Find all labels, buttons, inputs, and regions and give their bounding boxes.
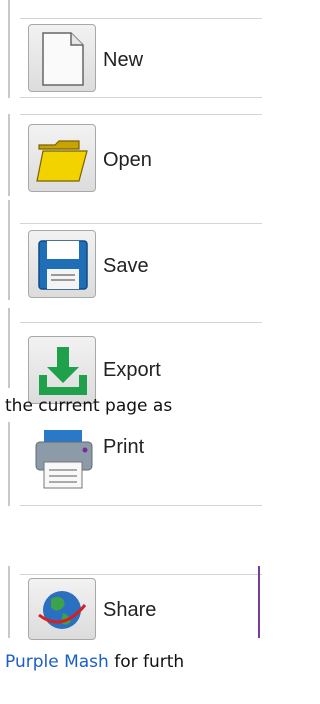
body-text-tail: for furth — [108, 652, 185, 672]
divider — [20, 18, 262, 19]
export-button[interactable] — [28, 336, 96, 404]
save-panel: Save — [8, 200, 262, 300]
divider — [20, 505, 262, 506]
share-button[interactable] — [28, 578, 96, 640]
new-button[interactable] — [28, 24, 96, 92]
export-label: Export — [103, 359, 161, 381]
print-label: Print — [103, 436, 145, 458]
globe-icon — [38, 591, 87, 629]
export-panel: Export — [8, 308, 262, 404]
divider — [20, 322, 262, 323]
floppy-disk-icon — [38, 240, 88, 290]
new-label: New — [103, 49, 144, 71]
open-label: Open — [103, 149, 152, 171]
open-button[interactable] — [28, 124, 96, 192]
download-icon — [39, 347, 87, 395]
print-panel: Print — [8, 422, 262, 506]
purple-mash-link[interactable]: Purple Mash — [5, 652, 109, 672]
divider — [20, 574, 262, 575]
save-label: Save — [103, 255, 149, 277]
divider — [20, 97, 262, 98]
scrollbar-accent — [258, 566, 260, 638]
body-text-fragment: the current page as — [5, 396, 173, 416]
new-panel: New — [8, 0, 262, 98]
divider — [20, 114, 262, 115]
save-button[interactable] — [28, 230, 96, 298]
printer-icon — [35, 430, 93, 489]
print-button[interactable] — [28, 424, 96, 492]
share-panel: Share — [8, 566, 262, 640]
open-panel: Open — [8, 114, 262, 196]
new-document-icon — [42, 32, 84, 86]
folder-icon — [36, 140, 88, 182]
divider — [20, 223, 262, 224]
share-label: Share — [103, 599, 157, 621]
body-text-link-line: Purple Mash for furth — [5, 652, 184, 672]
